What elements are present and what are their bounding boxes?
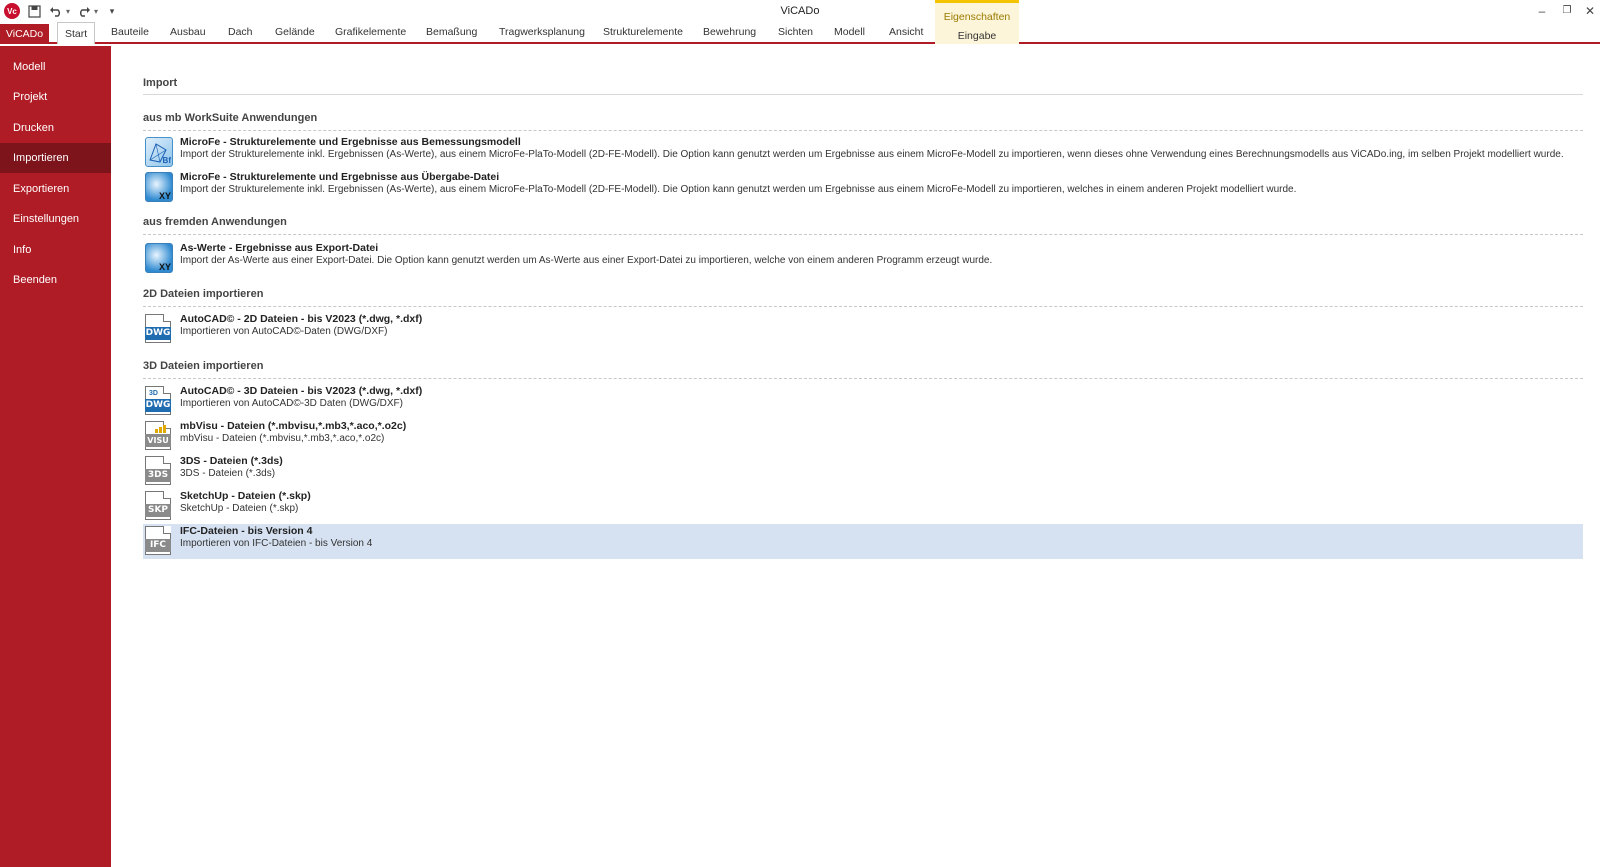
section-title-2d: 2D Dateien importieren [143, 288, 264, 300]
dwg3d-file-icon: 3D DWG [145, 386, 173, 416]
backstage-sidebar: Modell Projekt Drucken Importieren Expor… [0, 46, 111, 867]
file-tab[interactable]: ViCADo [0, 24, 49, 44]
entry-title: mbVisu - Dateien (*.mbvisu,*.mb3,*.aco,*… [180, 420, 407, 432]
tab-ansicht[interactable]: Ansicht [889, 26, 923, 38]
sidebar-item-exportieren[interactable]: Exportieren [0, 174, 111, 204]
import-entry-microfe-uebergabe[interactable]: XY MicroFe - Strukturelemente und Ergebn… [143, 170, 1583, 205]
tab-bewehrung[interactable]: Bewehrung [703, 26, 756, 38]
skp-file-icon: SKP [145, 491, 173, 521]
entry-title: MicroFe - Strukturelemente und Ergebniss… [180, 171, 500, 183]
minimize-button[interactable]: – [1532, 4, 1552, 18]
entry-description: mbVisu - Dateien (*.mbvisu,*.mb3,*.aco,*… [180, 433, 385, 444]
entry-title: AutoCAD© - 2D Dateien - bis V2023 (*.dwg… [180, 313, 423, 325]
section-title-3d: 3D Dateien importieren [143, 360, 264, 372]
section-divider [143, 378, 1583, 379]
tab-sichten[interactable]: Sichten [778, 26, 813, 38]
import-entry-sketchup[interactable]: SKP SketchUp - Dateien (*.skp) SketchUp … [143, 489, 1583, 524]
context-tab-group: Eigenschaften Eingabe [935, 0, 1019, 44]
section-divider [143, 306, 1583, 307]
ribbon-tab-strip: ViCADo Start Bauteile Ausbau Dach Geländ… [0, 22, 1600, 62]
page-title: Import [143, 77, 178, 89]
sidebar-item-info[interactable]: Info [0, 235, 111, 265]
tab-strukturelemente[interactable]: Strukturelemente [603, 26, 683, 38]
import-entry-mbvisu[interactable]: VISU mbVisu - Dateien (*.mbvisu,*.mb3,*.… [143, 419, 1583, 454]
sidebar-item-drucken[interactable]: Drucken [0, 113, 111, 143]
entry-title: MicroFe - Strukturelemente und Ergebniss… [180, 136, 521, 148]
import-entry-as-werte[interactable]: XY As-Werte - Ergebnisse aus Export-Date… [143, 241, 1583, 276]
sidebar-item-beenden[interactable]: Beenden [0, 265, 111, 295]
entry-description: Importieren von AutoCAD©-Daten (DWG/DXF) [180, 326, 388, 337]
entry-description: Importieren von IFC-Dateien - bis Versio… [180, 538, 373, 549]
context-group-label: Eigenschaften [943, 11, 1011, 23]
dwg-file-icon: DWG [145, 314, 173, 344]
entry-description: Import der Strukturelemente inkl. Ergebn… [180, 184, 1297, 195]
entry-description: SketchUp - Dateien (*.skp) [180, 503, 299, 514]
tab-gelaende[interactable]: Gelände [275, 26, 315, 38]
entry-title: AutoCAD© - 3D Dateien - bis V2023 (*.dwg… [180, 385, 423, 397]
tab-tragwerksplanung[interactable]: Tragwerksplanung [499, 26, 585, 38]
3ds-file-icon: 3DS [145, 456, 173, 486]
sidebar-item-importieren[interactable]: Importieren [0, 143, 111, 173]
sidebar-item-projekt[interactable]: Projekt [0, 82, 111, 112]
title-bar: Vc ▾ ▾ ▾ ViCADo – ❐ ✕ [0, 0, 1600, 22]
entry-title: 3DS - Dateien (*.3ds) [180, 455, 283, 467]
import-panel: Import aus mb WorkSuite Anwendungen Bf M… [111, 46, 1600, 867]
import-entry-autocad-2d[interactable]: DWG AutoCAD© - 2D Dateien - bis V2023 (*… [143, 312, 1583, 347]
section-title-fremde: aus fremden Anwendungen [143, 216, 287, 228]
tab-dach[interactable]: Dach [228, 26, 253, 38]
visu-file-icon: VISU [145, 421, 173, 451]
tab-bauteile[interactable]: Bauteile [111, 26, 149, 38]
section-divider [143, 234, 1583, 235]
entry-title: IFC-Dateien - bis Version 4 [180, 525, 313, 537]
section-divider [143, 130, 1583, 131]
import-entry-autocad-3d[interactable]: 3D DWG AutoCAD© - 3D Dateien - bis V2023 … [143, 384, 1583, 419]
entry-description: 3DS - Dateien (*.3ds) [180, 468, 276, 479]
entry-description: Import der Strukturelemente inkl. Ergebn… [180, 149, 1564, 160]
xy-globe-icon: XY [145, 243, 173, 273]
tab-bemassung[interactable]: Bemaßung [426, 26, 477, 38]
tab-modell[interactable]: Modell [834, 26, 865, 38]
xy-globe-icon: XY [145, 172, 173, 202]
section-title-worksuite: aus mb WorkSuite Anwendungen [143, 112, 318, 124]
title-divider [143, 94, 1583, 95]
tab-ausbau[interactable]: Ausbau [170, 26, 206, 38]
microfe-icon: Bf [145, 137, 173, 167]
tab-eingabe[interactable]: Eingabe [935, 30, 1019, 42]
ifc-file-icon: IFC [145, 526, 173, 556]
window-title: ViCADo [780, 5, 820, 17]
import-entry-ifc[interactable]: IFC IFC-Dateien - bis Version 4 Importie… [143, 524, 1583, 559]
tab-grafikelemente[interactable]: Grafikelemente [335, 26, 406, 38]
entry-title: As-Werte - Ergebnisse aus Export-Datei [180, 242, 379, 254]
entry-description: Import der As-Werte aus einer Export-Dat… [180, 255, 993, 266]
entry-description: Importieren von AutoCAD©-3D Daten (DWG/D… [180, 398, 403, 409]
import-entry-3ds[interactable]: 3DS 3DS - Dateien (*.3ds) 3DS - Dateien … [143, 454, 1583, 489]
close-button[interactable]: ✕ [1580, 4, 1600, 18]
import-entry-microfe-bemessungsmodell[interactable]: Bf MicroFe - Strukturelemente und Ergebn… [143, 135, 1583, 170]
sidebar-item-einstellungen[interactable]: Einstellungen [0, 204, 111, 234]
tab-start[interactable]: Start [57, 22, 96, 44]
restore-button[interactable]: ❐ [1557, 5, 1577, 16]
sidebar-item-modell[interactable]: Modell [0, 52, 111, 82]
entry-title: SketchUp - Dateien (*.skp) [180, 490, 311, 502]
